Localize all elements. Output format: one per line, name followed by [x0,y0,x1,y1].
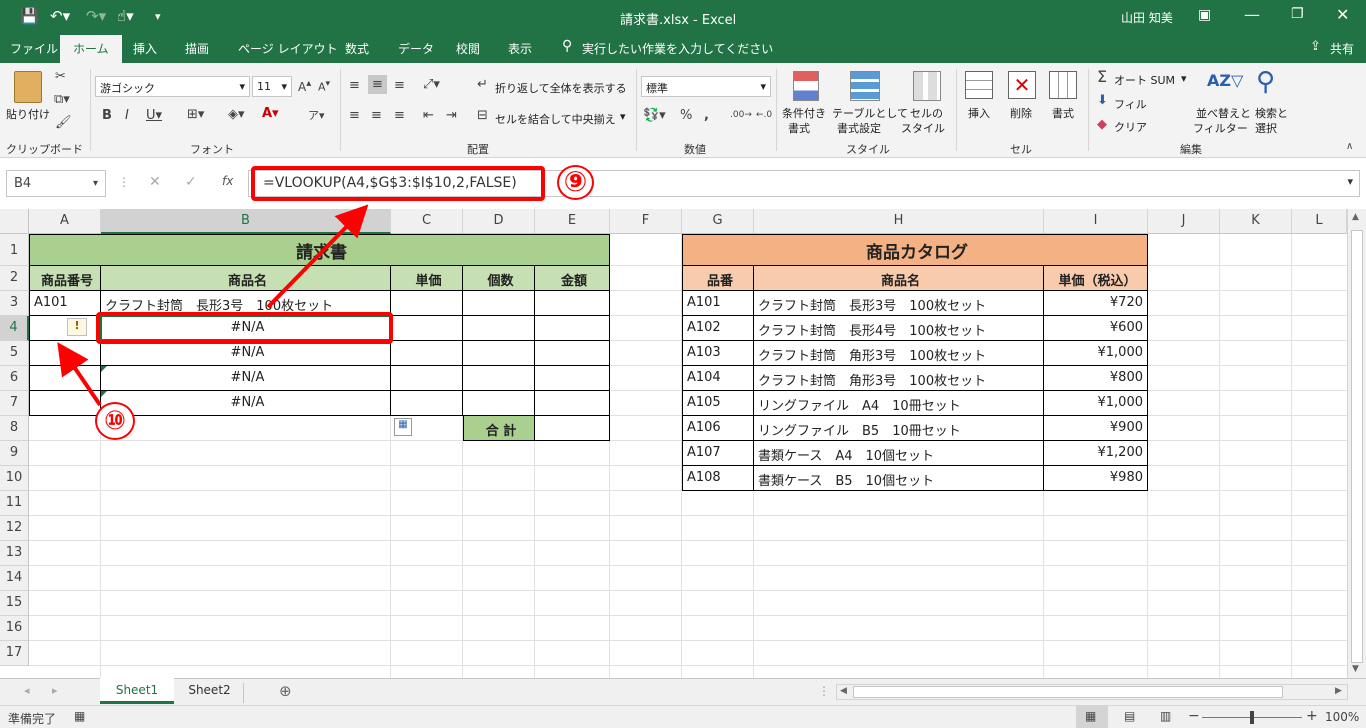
arrow-to-formula [266,204,369,309]
arrow-to-error-icon [57,342,102,407]
annotation-arrows [57,204,369,407]
